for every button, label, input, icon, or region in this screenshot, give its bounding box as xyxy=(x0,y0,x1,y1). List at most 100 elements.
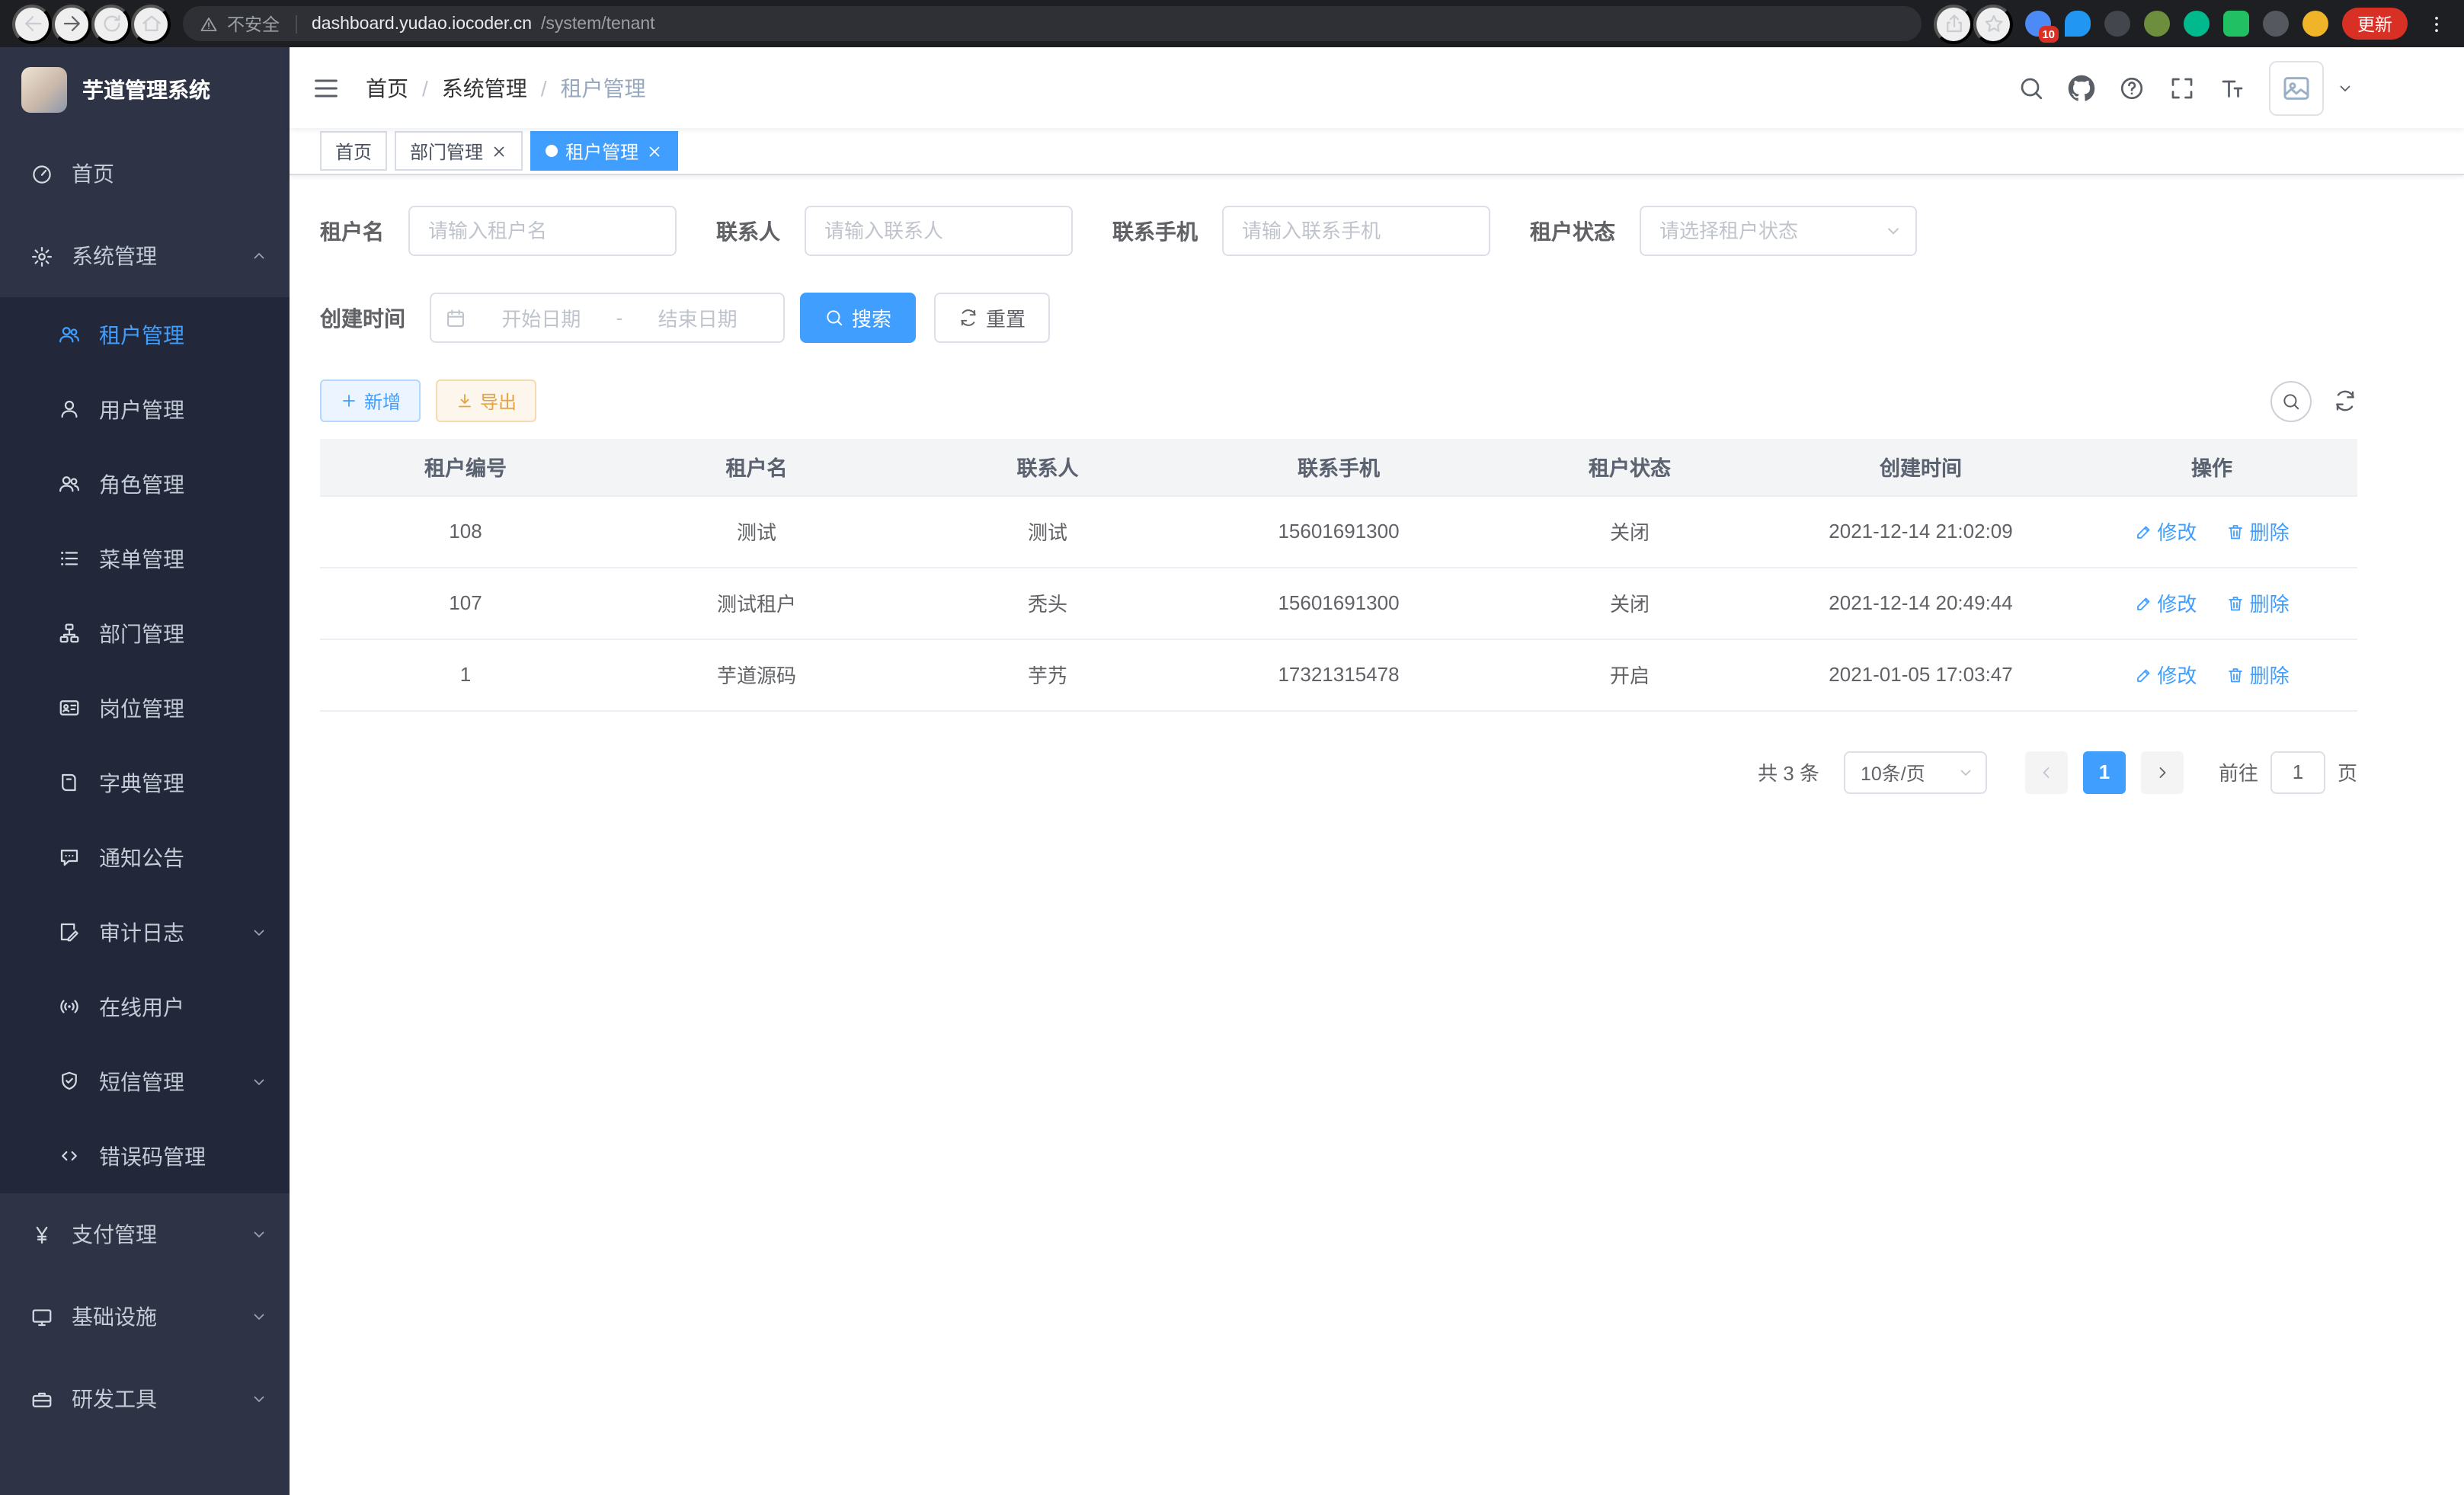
column-header-phone: 联系手机 xyxy=(1193,439,1484,495)
next-page-button[interactable] xyxy=(2141,751,2184,793)
share-button[interactable] xyxy=(1934,4,1973,43)
sidebar-item-home[interactable]: 首页 xyxy=(0,133,290,215)
extension-icon-2[interactable] xyxy=(2065,11,2091,37)
delete-link[interactable]: 删除 xyxy=(2227,588,2290,617)
avatar-caret-down-icon[interactable] xyxy=(2336,78,2354,97)
sidebar-item-error-code[interactable]: 错误码管理 xyxy=(0,1119,290,1193)
tab-dept[interactable]: 部门管理 xyxy=(395,131,523,171)
app-logo[interactable]: 芋道管理系统 xyxy=(0,47,290,133)
status-select-input[interactable] xyxy=(1640,206,1917,256)
sidebar-item-devtools[interactable]: 研发工具 xyxy=(0,1358,290,1440)
github-icon[interactable] xyxy=(2068,74,2095,101)
browser-forward-button[interactable] xyxy=(52,4,91,43)
font-size-icon[interactable] xyxy=(2219,74,2246,101)
monitor-icon xyxy=(30,1305,53,1328)
sidebar-item-online-user[interactable]: 在线用户 xyxy=(0,969,290,1044)
phone-input[interactable] xyxy=(1222,206,1490,256)
gear-icon xyxy=(30,245,53,267)
sidebar-item-label: 字典管理 xyxy=(99,767,184,798)
sidebar-item-menu[interactable]: 菜单管理 xyxy=(0,521,290,596)
cell-created: 2021-12-14 21:02:09 xyxy=(1775,495,2066,567)
sidebar-item-tenant[interactable]: 租户管理 xyxy=(0,297,290,372)
delete-link[interactable]: 删除 xyxy=(2227,517,2290,546)
reload-icon xyxy=(100,12,123,35)
extension-icon-8[interactable] xyxy=(2302,11,2328,37)
reset-button[interactable]: 重置 xyxy=(934,293,1050,343)
sidebar-item-role[interactable]: 角色管理 xyxy=(0,447,290,521)
extension-icon-5[interactable] xyxy=(2184,11,2210,37)
sidebar-item-label: 基础设施 xyxy=(72,1301,157,1332)
user-avatar[interactable] xyxy=(2269,60,2324,115)
sidebar: 芋道管理系统 首页 系统管理 租户管理 xyxy=(0,47,290,1495)
contact-input[interactable] xyxy=(805,206,1073,256)
tab-label: 租户管理 xyxy=(565,138,638,164)
edit-link[interactable]: 修改 xyxy=(2134,660,2197,689)
export-button[interactable]: 导出 xyxy=(436,379,536,422)
sidebar-item-dept[interactable]: 部门管理 xyxy=(0,596,290,671)
calendar-icon xyxy=(445,307,466,328)
sidebar-item-label: 系统管理 xyxy=(72,241,157,271)
chevron-down-icon xyxy=(250,1072,268,1090)
extension-icon-7[interactable] xyxy=(2263,11,2289,37)
edit-link[interactable]: 修改 xyxy=(2134,517,2197,546)
end-date-placeholder: 结束日期 xyxy=(626,303,770,332)
sidebar-item-sms[interactable]: 短信管理 xyxy=(0,1044,290,1119)
cell-actions: 修改 删除 xyxy=(2066,567,2357,639)
search-icon[interactable] xyxy=(2018,74,2045,101)
help-icon[interactable] xyxy=(2118,74,2146,101)
chrome-update-button[interactable]: 更新 xyxy=(2342,8,2408,40)
table-row: 108 测试 测试 15601691300 关闭 2021-12-14 21:0… xyxy=(320,495,2357,567)
breadcrumb-item-system[interactable]: 系统管理 xyxy=(442,72,527,103)
bookmark-button[interactable] xyxy=(1973,4,2013,43)
sidebar-item-post[interactable]: 岗位管理 xyxy=(0,671,290,745)
extension-icon-1[interactable]: 10 xyxy=(2025,11,2051,37)
show-search-toggle-button[interactable] xyxy=(2270,380,2312,421)
add-button[interactable]: 新增 xyxy=(320,379,421,422)
sidebar-item-notice[interactable]: 通知公告 xyxy=(0,820,290,895)
filter-tenant-name: 租户名 xyxy=(320,206,677,256)
sidebar-item-audit-log[interactable]: 审计日志 xyxy=(0,895,290,969)
goto-page: 前往 页 xyxy=(2219,751,2357,793)
id-card-icon xyxy=(58,696,81,719)
chevron-down-icon xyxy=(250,923,268,941)
sidebar-item-pay[interactable]: 支付管理 xyxy=(0,1193,290,1276)
app-window: 芋道管理系统 首页 系统管理 租户管理 xyxy=(0,47,2464,1495)
chevron-down-icon xyxy=(250,1225,268,1244)
fullscreen-icon[interactable] xyxy=(2168,74,2196,101)
table-tools xyxy=(2270,380,2357,421)
extension-icon-3[interactable] xyxy=(2104,11,2130,37)
table-header-row: 租户编号 租户名 联系人 联系手机 租户状态 创建时间 操作 xyxy=(320,439,2357,495)
breadcrumb-item-home[interactable]: 首页 xyxy=(366,72,408,103)
sidebar-item-user[interactable]: 用户管理 xyxy=(0,372,290,447)
address-bar[interactable]: 不安全 dashboard.yudao.iocoder.cn/system/te… xyxy=(183,6,1922,41)
tenant-name-input[interactable] xyxy=(408,206,677,256)
page-size-select[interactable]: 10条/页 xyxy=(1844,751,1987,793)
table-row: 107 测试租户 秃头 15601691300 关闭 2021-12-14 20… xyxy=(320,567,2357,639)
search-button[interactable]: 搜索 xyxy=(800,293,916,343)
goto-page-input[interactable] xyxy=(2270,751,2325,793)
browser-home-button[interactable] xyxy=(131,4,171,43)
extension-icon-6[interactable] xyxy=(2223,11,2249,37)
refresh-table-button[interactable] xyxy=(2333,389,2357,413)
page-number-button[interactable]: 1 xyxy=(2083,751,2126,793)
create-time-range-picker[interactable]: 开始日期 - 结束日期 xyxy=(430,293,785,343)
status-select[interactable] xyxy=(1640,206,1917,256)
hamburger-icon[interactable] xyxy=(311,72,341,103)
sidebar-item-dict[interactable]: 字典管理 xyxy=(0,745,290,820)
prev-page-button[interactable] xyxy=(2025,751,2068,793)
column-header-contact: 联系人 xyxy=(902,439,1193,495)
edit-link[interactable]: 修改 xyxy=(2134,588,2197,617)
extension-icon-4[interactable] xyxy=(2144,11,2170,37)
top-navbar: 首页 / 系统管理 / 租户管理 xyxy=(290,47,2464,128)
sidebar-item-label: 在线用户 xyxy=(99,991,184,1022)
browser-menu-button[interactable] xyxy=(2421,8,2452,39)
tab-home[interactable]: 首页 xyxy=(320,131,387,171)
sidebar-item-system[interactable]: 系统管理 xyxy=(0,215,290,297)
close-icon[interactable] xyxy=(646,142,663,159)
tab-tenant[interactable]: 租户管理 xyxy=(530,131,678,171)
browser-back-button[interactable] xyxy=(12,4,52,43)
delete-link[interactable]: 删除 xyxy=(2227,660,2290,689)
close-icon[interactable] xyxy=(491,142,507,159)
browser-reload-button[interactable] xyxy=(91,4,131,43)
sidebar-item-infra[interactable]: 基础设施 xyxy=(0,1276,290,1358)
